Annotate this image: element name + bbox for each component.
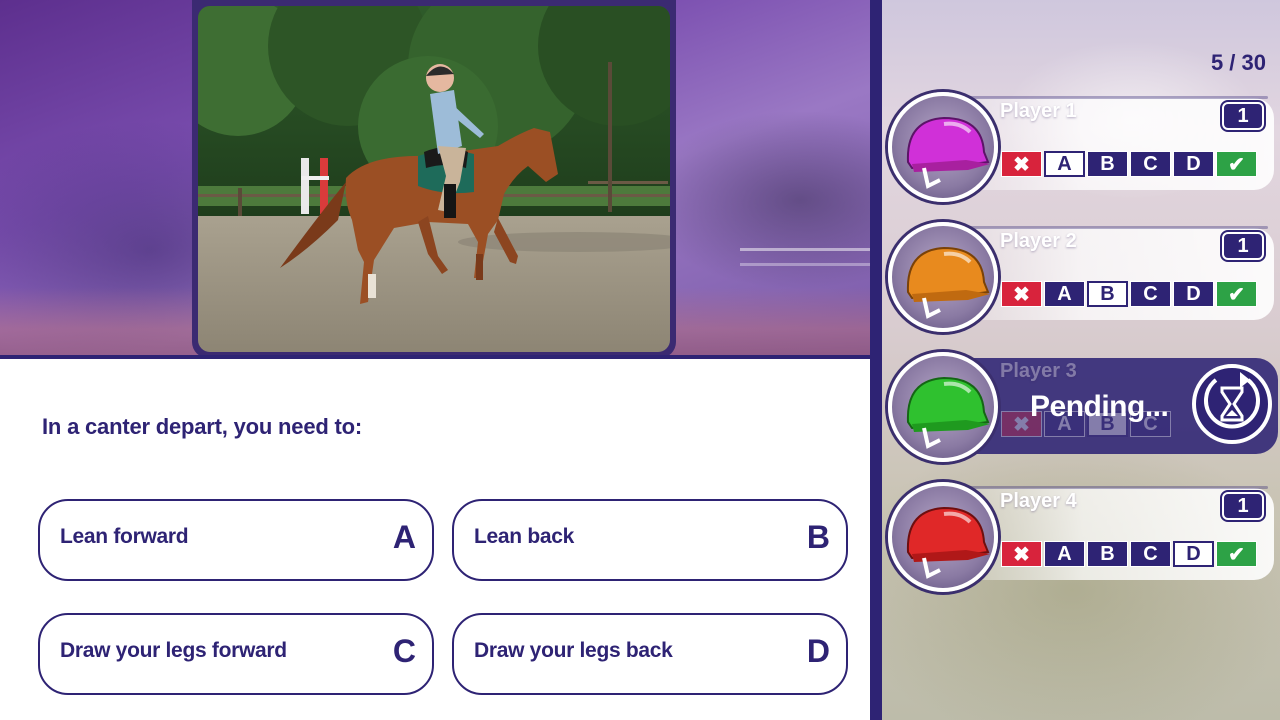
option-c: C <box>1130 541 1171 567</box>
option-a: A <box>1044 541 1085 567</box>
riding-helmet-icon <box>906 376 990 449</box>
answer-indicators: ✖ A B C D ✔ <box>1001 541 1257 567</box>
option-c: C <box>1130 151 1171 177</box>
check-mark-icon: ✔ <box>1216 151 1257 177</box>
hourglass-timer-icon <box>1192 364 1272 444</box>
x-mark-icon: ✖ <box>1001 151 1042 177</box>
panel-divider <box>870 0 882 720</box>
pending-label: Pending... <box>1030 390 1169 423</box>
player-name: Player 1 <box>1000 100 1077 122</box>
option-d: D <box>1173 151 1214 177</box>
answer-label: Draw your legs back <box>474 639 673 662</box>
player-card: Player 4 1 ✖ A B C D ✔ <box>888 482 1280 592</box>
answer-label: Lean forward <box>60 525 189 548</box>
option-c: C <box>1130 281 1171 307</box>
player-card: Player 1 1 ✖ A B C D ✔ <box>888 92 1280 202</box>
riding-helmet-icon <box>906 506 990 579</box>
riding-helmet-icon <box>906 116 990 189</box>
player-card: Player 2 1 ✖ A B C D ✔ <box>888 222 1280 332</box>
riding-helmet-icon <box>906 246 990 319</box>
x-mark-icon: ✖ <box>1001 281 1042 307</box>
answer-label: Lean back <box>474 525 575 548</box>
player-score: 1 <box>1222 492 1264 520</box>
answer-letter: D <box>806 633 830 669</box>
answer-label: Draw your legs forward <box>60 639 287 662</box>
option-d: D <box>1173 281 1214 307</box>
player-name: Player 3 <box>1000 360 1077 382</box>
answer-letter: A <box>392 519 416 555</box>
answer-indicators: ✖ A B C D ✔ <box>1001 281 1257 307</box>
option-b: B <box>1087 281 1128 307</box>
answer-c-button[interactable]: Draw your legs forward C <box>38 613 434 695</box>
player-score: 1 <box>1222 232 1264 260</box>
check-mark-icon: ✔ <box>1216 281 1257 307</box>
player-avatar <box>888 222 998 332</box>
section-divider <box>0 355 870 359</box>
player-name: Player 2 <box>1000 230 1077 252</box>
player-avatar <box>888 92 998 202</box>
question-photo <box>198 6 670 352</box>
x-mark-icon: ✖ <box>1001 541 1042 567</box>
answer-letter: C <box>392 633 416 669</box>
question-photo-frame <box>192 0 676 358</box>
option-d: D <box>1173 541 1214 567</box>
answer-b-button[interactable]: Lean back B <box>452 499 848 581</box>
fence-decoration <box>740 248 870 266</box>
round-counter: 5 / 30 <box>1210 50 1266 75</box>
answer-indicators: ✖ A B C D ✔ <box>1001 151 1257 177</box>
option-a: A <box>1044 281 1085 307</box>
player-card-pending: Player 3 ✖ A B C Pending... <box>888 352 1280 462</box>
player-avatar <box>888 352 998 462</box>
player-avatar <box>888 482 998 592</box>
player-name: Player 4 <box>1000 490 1077 512</box>
option-b: B <box>1087 151 1128 177</box>
answer-d-button[interactable]: Draw your legs back D <box>452 613 848 695</box>
answer-a-button[interactable]: Lean forward A <box>38 499 434 581</box>
check-mark-icon: ✔ <box>1216 541 1257 567</box>
option-b: B <box>1087 541 1128 567</box>
answer-letter: B <box>806 519 830 555</box>
player-score: 1 <box>1222 102 1264 130</box>
option-a: A <box>1044 151 1085 177</box>
question-text: In a canter depart, you need to: <box>42 414 362 439</box>
